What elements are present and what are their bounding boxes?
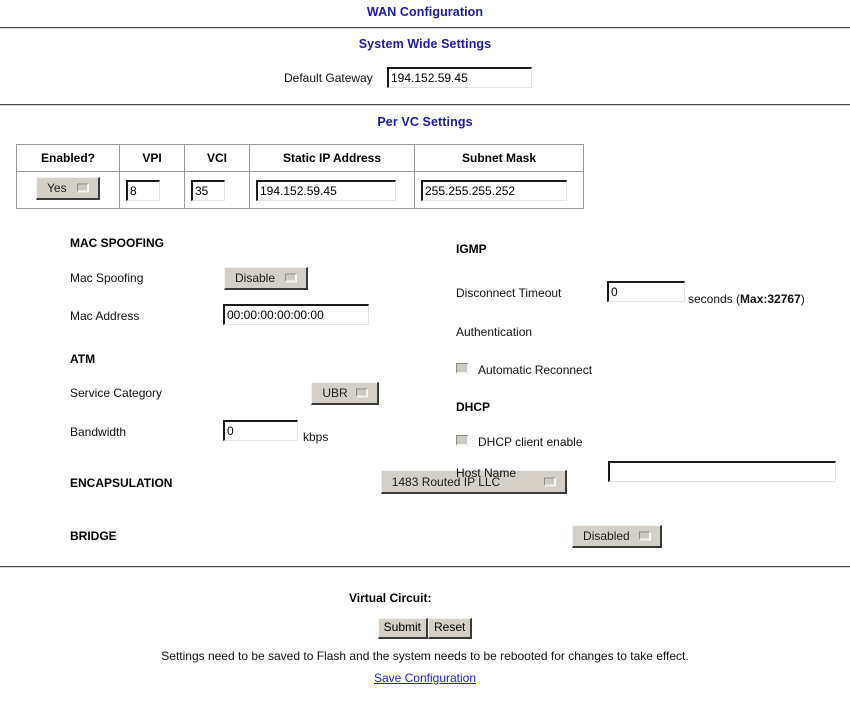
column-header-vci: VCI (184, 144, 250, 172)
paren-close: ) (800, 292, 805, 306)
mac-spoofing-select[interactable]: Disable (224, 267, 308, 290)
cell-enabled: Yes (16, 171, 120, 209)
default-gateway-input[interactable] (387, 67, 532, 88)
default-gateway-label: Default Gateway (284, 71, 373, 85)
mac-address-input[interactable] (223, 304, 369, 325)
enabled-select[interactable]: Yes (36, 177, 100, 200)
bandwidth-unit-label: kbps (303, 430, 329, 444)
column-header-enabled: Enabled? (16, 144, 120, 172)
reset-button[interactable]: Reset (428, 618, 473, 639)
disconnect-timeout-max: Max:32767 (740, 292, 801, 306)
service-category-select-value: UBR (322, 386, 348, 400)
vci-input[interactable] (191, 179, 225, 201)
dhcp-client-enable-label: DHCP client enable (478, 435, 583, 449)
form-actions: Submit Reset (0, 618, 850, 639)
igmp-heading: IGMP (456, 242, 487, 256)
chevron-down-icon (356, 388, 369, 398)
disconnect-timeout-input[interactable] (607, 281, 685, 302)
submit-button[interactable]: Submit (377, 618, 428, 639)
column-header-static-ip: Static IP Address (249, 144, 415, 172)
table-header-row: Enabled? VPI VCI Static IP Address Subne… (16, 144, 584, 172)
table-row: Yes (16, 171, 584, 209)
automatic-reconnect-label: Automatic Reconnect (478, 363, 593, 377)
cell-static-ip (249, 171, 415, 209)
chevron-down-icon (285, 273, 297, 283)
seconds-label: seconds ( (688, 292, 741, 306)
save-configuration-link[interactable]: Save Configuration (374, 671, 476, 685)
bandwidth-input[interactable] (223, 420, 298, 441)
mac-address-label: Mac Address (70, 309, 140, 323)
service-category-select[interactable]: UBR (311, 382, 380, 405)
automatic-reconnect-checkbox[interactable] (456, 363, 469, 374)
bridge-select-value: Disabled (583, 529, 630, 543)
page-title: WAN Configuration (366, 5, 484, 19)
host-name-input[interactable] (608, 461, 836, 482)
chevron-down-icon (543, 477, 556, 486)
static-ip-input[interactable] (256, 179, 396, 201)
bandwidth-label: Bandwidth (70, 425, 127, 439)
per-vc-settings-heading: Per VC Settings (377, 115, 473, 129)
authentication-label: Authentication (456, 325, 533, 339)
column-header-vpi: VPI (119, 144, 185, 172)
cell-vpi (119, 171, 185, 209)
virtual-circuit-label: Virtual Circuit: (349, 591, 432, 605)
cell-subnet-mask (414, 171, 584, 209)
dhcp-client-enable-checkbox[interactable] (456, 435, 469, 446)
footer-note: Settings need to be saved to Flash and t… (161, 649, 689, 663)
mac-spoofing-label: Mac Spoofing (70, 271, 144, 285)
chevron-down-icon (77, 183, 89, 193)
per-vc-settings-table: Enabled? VPI VCI Static IP Address Subne… (16, 144, 584, 209)
bridge-heading: BRIDGE (70, 529, 117, 543)
service-category-label: Service Category (70, 386, 163, 400)
disconnect-timeout-unit: seconds (Max:32767) (688, 292, 805, 306)
cell-vci (184, 171, 250, 209)
chevron-down-icon (639, 531, 652, 541)
system-wide-settings-heading: System Wide Settings (358, 37, 492, 51)
disconnect-timeout-label: Disconnect Timeout (456, 286, 562, 300)
dhcp-heading: DHCP (456, 400, 491, 414)
bridge-select[interactable]: Disabled (572, 525, 663, 548)
save-configuration-container: Save Configuration (0, 671, 850, 685)
mac-spoofing-select-value: Disable (235, 271, 276, 285)
enabled-select-value: Yes (47, 181, 67, 195)
atm-heading: ATM (70, 352, 96, 366)
column-header-subnet-mask: Subnet Mask (414, 144, 584, 172)
subnet-mask-input[interactable] (421, 179, 567, 201)
divider-system-wide (0, 104, 850, 106)
divider-footer (0, 566, 850, 568)
encapsulation-heading: ENCAPSULATION (70, 476, 173, 490)
mac-spoofing-heading: MAC SPOOFING (70, 236, 165, 250)
divider-top (0, 27, 850, 29)
vpi-input[interactable] (126, 179, 160, 201)
host-name-label: Host Name (456, 466, 517, 480)
